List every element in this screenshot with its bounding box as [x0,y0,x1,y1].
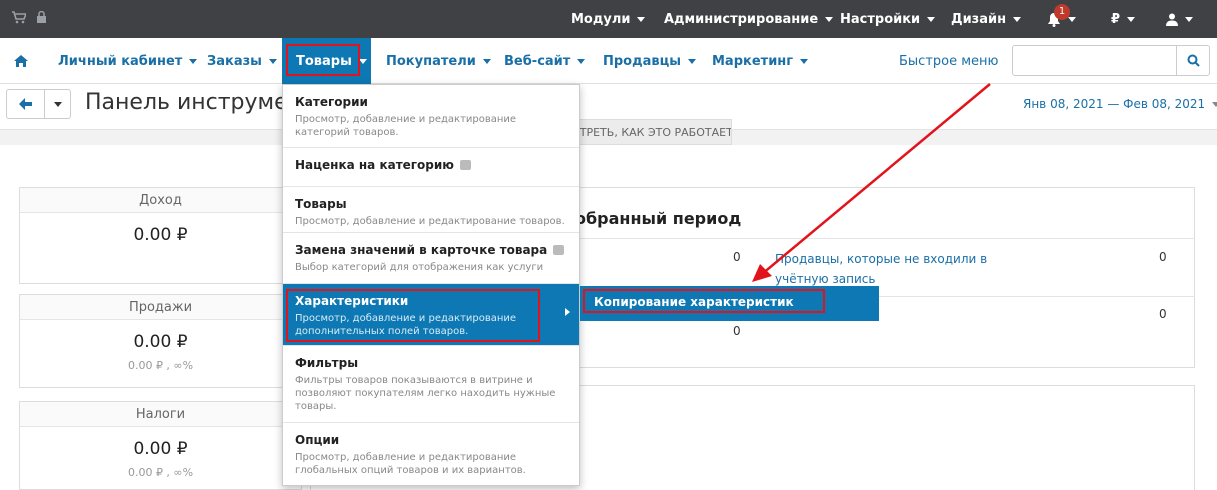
annotation-arrow [752,83,991,282]
arrow-line [761,83,991,275]
